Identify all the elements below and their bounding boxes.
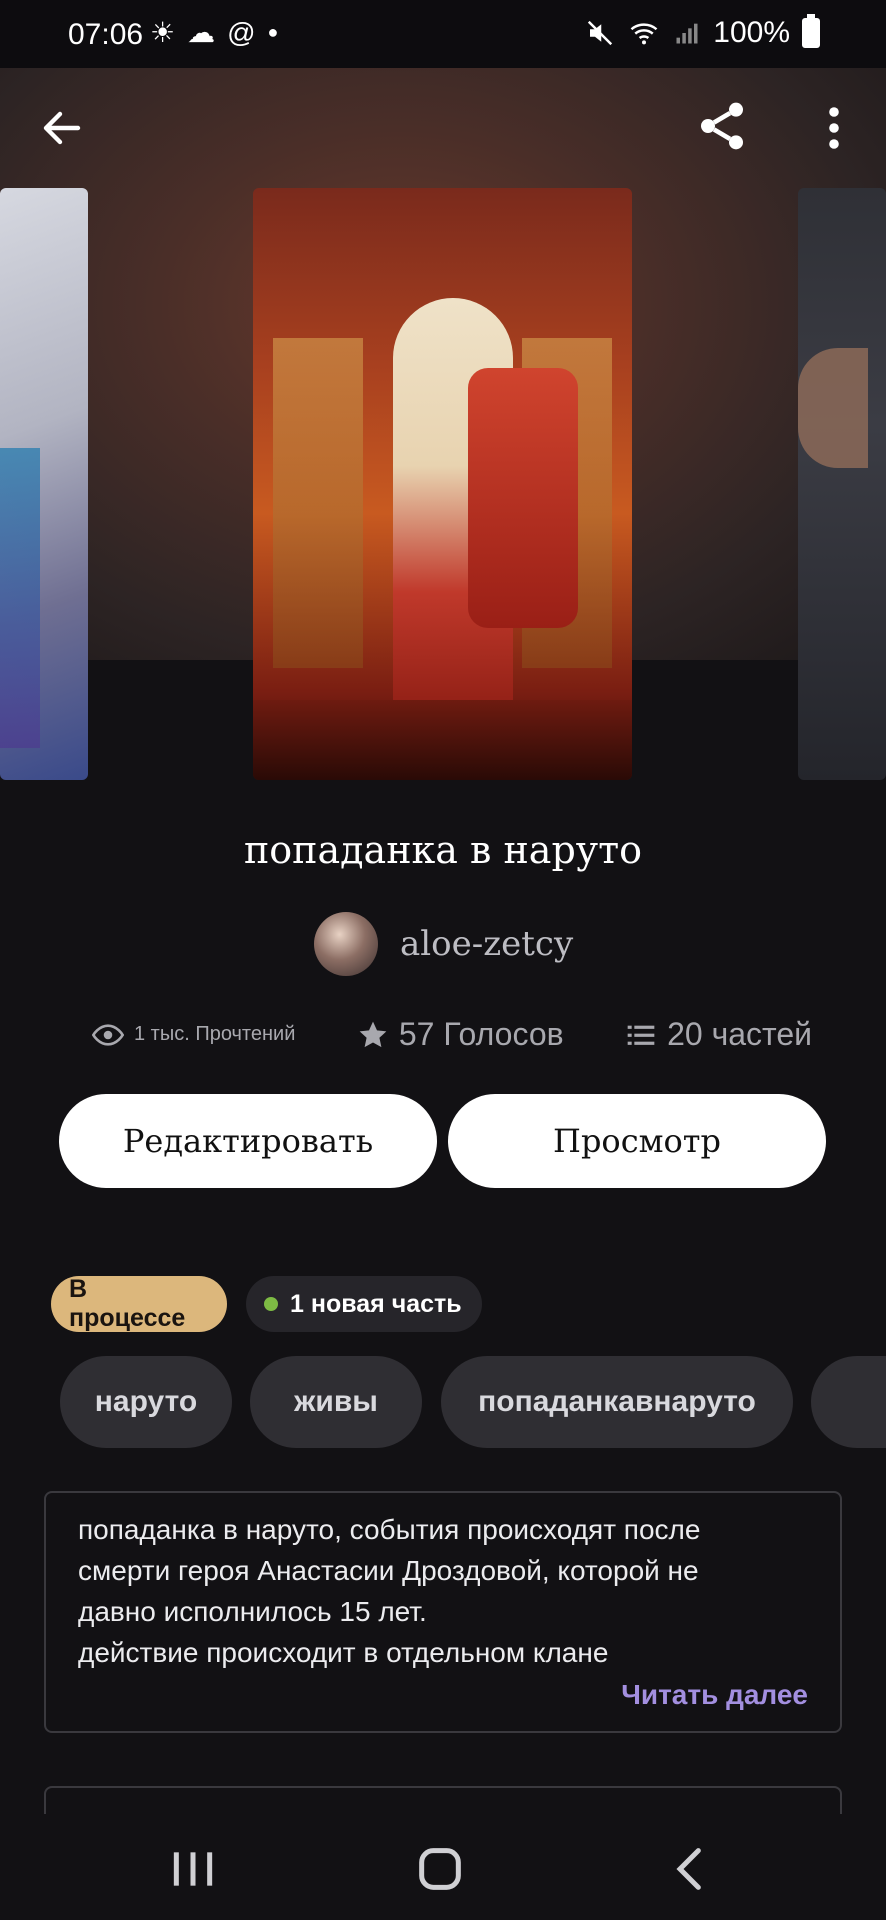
wifi-icon xyxy=(630,23,658,45)
parts-stat[interactable]: 20 частей xyxy=(625,1016,812,1053)
status-time: 07:06 xyxy=(68,18,144,51)
tag-chip[interactable] xyxy=(811,1356,886,1448)
tag-chip[interactable]: наруто xyxy=(60,1356,232,1448)
home-icon[interactable] xyxy=(410,1844,470,1894)
tag-chip[interactable]: живы xyxy=(250,1356,422,1448)
book-cover xyxy=(253,188,632,780)
prev-book-cover[interactable] xyxy=(0,188,88,780)
cover-floor xyxy=(253,700,632,780)
status-bar: 07:06 ☀ ☁ @ ● 100% xyxy=(0,0,886,68)
more-vertical-icon[interactable] xyxy=(820,104,848,152)
new-parts-label[interactable]: 1 новая часть xyxy=(290,1290,462,1319)
edit-button[interactable]: Редактировать xyxy=(59,1094,437,1188)
battery-icon xyxy=(802,14,820,48)
description-text: попаданка в наруто, события происходят п… xyxy=(78,1514,701,1668)
dot-icon: ● xyxy=(267,22,279,42)
arrow-left-icon[interactable] xyxy=(38,104,86,152)
book-title: попаданка в наруто xyxy=(243,828,643,872)
eye-icon xyxy=(92,1023,124,1046)
battery-percent: 100% xyxy=(713,16,790,49)
votes-stat: 57 Голосов xyxy=(357,1016,564,1053)
recents-icon[interactable] xyxy=(163,1844,223,1894)
reads-stat: 1 тыс. Прочтений xyxy=(92,1019,295,1051)
next-book-cover[interactable] xyxy=(798,188,886,780)
new-dot-icon xyxy=(264,1297,278,1311)
author-name[interactable]: aloe-zetcy xyxy=(400,924,573,964)
read-more-link[interactable]: Читать далее xyxy=(621,1679,808,1711)
share-icon[interactable] xyxy=(694,98,750,154)
status-badge: В процессе xyxy=(51,1275,227,1332)
author-row[interactable]: aloe-zetcy xyxy=(314,912,573,976)
signal-icon xyxy=(676,23,698,44)
stats-row: 1 тыс. Прочтений 57 Голосов 20 частей xyxy=(92,1016,812,1053)
at-icon: @ xyxy=(227,16,256,48)
mute-icon xyxy=(588,20,613,46)
description-box: попаданка в наруто, события происходят п… xyxy=(44,1491,842,1733)
star-icon xyxy=(359,1021,387,1047)
parts-count[interactable]: 20 частей xyxy=(667,1016,812,1053)
weather-sun-icon: ☀ xyxy=(150,17,176,48)
status-left-icons: ☀ ☁ @ ● xyxy=(150,16,278,49)
view-button[interactable]: Просмотр xyxy=(448,1094,826,1188)
status-right-icons: 100% xyxy=(585,14,820,50)
tag-chip[interactable]: попаданкавнаруто xyxy=(441,1356,793,1448)
cloud-icon: ☁ xyxy=(187,17,216,48)
cover-window-left xyxy=(273,338,363,668)
new-parts-badge[interactable]: 1 новая часть xyxy=(246,1276,482,1332)
back-chevron-icon[interactable] xyxy=(660,1844,720,1894)
avatar[interactable] xyxy=(314,912,378,976)
system-nav-bar xyxy=(0,1814,886,1920)
cover-sleeve xyxy=(468,368,578,628)
votes-count: 57 Голосов xyxy=(398,1016,564,1052)
list-icon xyxy=(627,1025,655,1045)
reads-count: 1 тыс. Прочтений xyxy=(134,1023,296,1045)
